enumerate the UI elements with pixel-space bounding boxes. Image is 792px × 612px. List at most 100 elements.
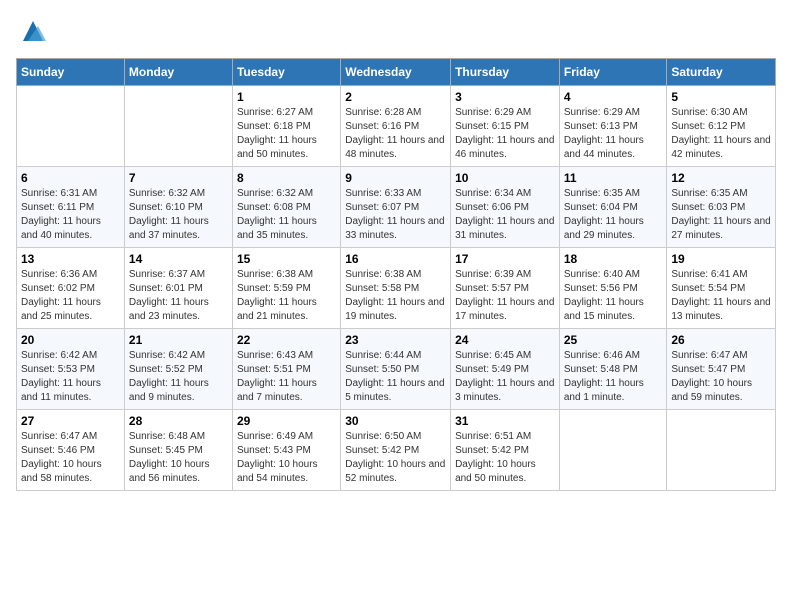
day-number: 31 [455,414,555,428]
day-number: 12 [671,171,771,185]
calendar-week-row: 6 Sunrise: 6:31 AMSunset: 6:11 PMDaylight… [17,167,776,248]
day-number: 23 [345,333,446,347]
day-info: Sunrise: 6:28 AMSunset: 6:16 PMDaylight:… [345,106,446,162]
day-info: Sunrise: 6:29 AMSunset: 6:15 PMDaylight:… [455,106,555,162]
calendar-header-row: SundayMondayTuesdayWednesdayThursdayFrid… [17,59,776,86]
calendar: SundayMondayTuesdayWednesdayThursdayFrid… [16,58,776,491]
weekday-header: Friday [559,59,667,86]
day-info: Sunrise: 6:47 AMSunset: 5:47 PMDaylight:… [671,349,771,405]
day-number: 20 [21,333,120,347]
calendar-cell: 22Sunrise: 6:43 AMSunset: 5:51 PMDayligh… [232,329,340,410]
calendar-cell [667,410,776,491]
calendar-cell: 23 Sunrise: 6:44 AMSunset: 5:50 PMDayligh… [341,329,451,410]
weekday-header: Wednesday [341,59,451,86]
day-number: 7 [129,171,228,185]
day-number: 1 [237,90,336,104]
day-number: 29 [237,414,336,428]
logo [16,16,48,46]
calendar-cell: 20 Sunrise: 6:42 AMSunset: 5:53 PMDayligh… [17,329,125,410]
day-number: 10 [455,171,555,185]
day-info: Sunrise: 6:37 AMSunset: 6:01 PMDaylight:… [129,268,228,324]
day-info: Sunrise: 6:30 AMSunset: 6:12 PMDaylight:… [671,106,771,162]
day-number: 25 [564,333,663,347]
calendar-cell: 25 Sunrise: 6:46 AMSunset: 5:48 PMDayligh… [559,329,667,410]
weekday-header: Saturday [667,59,776,86]
calendar-week-row: 1 Sunrise: 6:27 AMSunset: 6:18 PMDaylight… [17,86,776,167]
day-number: 19 [671,252,771,266]
calendar-cell: 28 Sunrise: 6:48 AMSunset: 5:45 PMDayligh… [124,410,232,491]
calendar-cell [559,410,667,491]
day-info: Sunrise: 6:32 AMSunset: 6:10 PMDaylight:… [129,187,228,243]
calendar-cell [17,86,125,167]
calendar-cell [124,86,232,167]
day-info: Sunrise: 6:32 AMSunset: 6:08 PMDaylight:… [237,187,336,243]
day-number: 9 [345,171,446,185]
day-number: 18 [564,252,663,266]
day-info: Sunrise: 6:45 AMSunset: 5:49 PMDaylight:… [455,349,555,405]
calendar-cell: 12 Sunrise: 6:35 AMSunset: 6:03 PMDayligh… [667,167,776,248]
calendar-cell: 27Sunrise: 6:47 AMSunset: 5:46 PMDayligh… [17,410,125,491]
weekday-header: Thursday [451,59,560,86]
day-info: Sunrise: 6:36 AMSunset: 6:02 PMDaylight:… [21,268,120,324]
day-number: 8 [237,171,336,185]
calendar-cell: 1 Sunrise: 6:27 AMSunset: 6:18 PMDaylight… [232,86,340,167]
calendar-week-row: 27Sunrise: 6:47 AMSunset: 5:46 PMDayligh… [17,410,776,491]
calendar-cell: 4Sunrise: 6:29 AMSunset: 6:13 PMDaylight… [559,86,667,167]
day-info: Sunrise: 6:31 AMSunset: 6:11 PMDaylight:… [21,187,120,243]
weekday-header: Tuesday [232,59,340,86]
calendar-cell: 15 Sunrise: 6:38 AMSunset: 5:59 PMDayligh… [232,248,340,329]
calendar-cell: 13Sunrise: 6:36 AMSunset: 6:02 PMDayligh… [17,248,125,329]
day-number: 2 [345,90,446,104]
day-info: Sunrise: 6:39 AMSunset: 5:57 PMDaylight:… [455,268,555,324]
day-info: Sunrise: 6:40 AMSunset: 5:56 PMDaylight:… [564,268,663,324]
day-number: 14 [129,252,228,266]
day-info: Sunrise: 6:49 AMSunset: 5:43 PMDaylight:… [237,430,336,486]
calendar-cell: 26Sunrise: 6:47 AMSunset: 5:47 PMDayligh… [667,329,776,410]
day-number: 3 [455,90,555,104]
day-info: Sunrise: 6:46 AMSunset: 5:48 PMDaylight:… [564,349,663,405]
day-number: 30 [345,414,446,428]
calendar-cell: 7 Sunrise: 6:32 AMSunset: 6:10 PMDaylight… [124,167,232,248]
calendar-cell: 6 Sunrise: 6:31 AMSunset: 6:11 PMDaylight… [17,167,125,248]
day-number: 15 [237,252,336,266]
day-number: 6 [21,171,120,185]
day-info: Sunrise: 6:47 AMSunset: 5:46 PMDaylight:… [21,430,120,486]
day-number: 24 [455,333,555,347]
day-info: Sunrise: 6:41 AMSunset: 5:54 PMDaylight:… [671,268,771,324]
day-info: Sunrise: 6:34 AMSunset: 6:06 PMDaylight:… [455,187,555,243]
calendar-cell: 29 Sunrise: 6:49 AMSunset: 5:43 PMDayligh… [232,410,340,491]
calendar-cell: 3 Sunrise: 6:29 AMSunset: 6:15 PMDaylight… [451,86,560,167]
calendar-cell: 5 Sunrise: 6:30 AMSunset: 6:12 PMDaylight… [667,86,776,167]
day-number: 16 [345,252,446,266]
day-number: 5 [671,90,771,104]
day-info: Sunrise: 6:35 AMSunset: 6:03 PMDaylight:… [671,187,771,243]
day-number: 17 [455,252,555,266]
day-number: 22 [237,333,336,347]
day-info: Sunrise: 6:33 AMSunset: 6:07 PMDaylight:… [345,187,446,243]
day-info: Sunrise: 6:48 AMSunset: 5:45 PMDaylight:… [129,430,228,486]
calendar-cell: 19 Sunrise: 6:41 AMSunset: 5:54 PMDayligh… [667,248,776,329]
calendar-cell: 14 Sunrise: 6:37 AMSunset: 6:01 PMDayligh… [124,248,232,329]
calendar-cell: 17 Sunrise: 6:39 AMSunset: 5:57 PMDayligh… [451,248,560,329]
day-number: 11 [564,171,663,185]
day-info: Sunrise: 6:50 AMSunset: 5:42 PMDaylight:… [345,430,446,486]
day-number: 21 [129,333,228,347]
weekday-header: Monday [124,59,232,86]
calendar-cell: 24 Sunrise: 6:45 AMSunset: 5:49 PMDayligh… [451,329,560,410]
day-info: Sunrise: 6:44 AMSunset: 5:50 PMDaylight:… [345,349,446,405]
day-number: 28 [129,414,228,428]
day-info: Sunrise: 6:38 AMSunset: 5:58 PMDaylight:… [345,268,446,324]
calendar-cell: 30 Sunrise: 6:50 AMSunset: 5:42 PMDayligh… [341,410,451,491]
calendar-cell: 8 Sunrise: 6:32 AMSunset: 6:08 PMDaylight… [232,167,340,248]
day-info: Sunrise: 6:38 AMSunset: 5:59 PMDaylight:… [237,268,336,324]
day-info: Sunrise: 6:51 AMSunset: 5:42 PMDaylight:… [455,430,555,486]
calendar-cell: 18 Sunrise: 6:40 AMSunset: 5:56 PMDayligh… [559,248,667,329]
calendar-week-row: 13Sunrise: 6:36 AMSunset: 6:02 PMDayligh… [17,248,776,329]
day-info: Sunrise: 6:42 AMSunset: 5:53 PMDaylight:… [21,349,120,405]
calendar-cell: 11Sunrise: 6:35 AMSunset: 6:04 PMDayligh… [559,167,667,248]
calendar-cell: 2 Sunrise: 6:28 AMSunset: 6:16 PMDaylight… [341,86,451,167]
day-info: Sunrise: 6:29 AMSunset: 6:13 PMDaylight:… [564,106,663,162]
day-info: Sunrise: 6:27 AMSunset: 6:18 PMDaylight:… [237,106,336,162]
day-info: Sunrise: 6:42 AMSunset: 5:52 PMDaylight:… [129,349,228,405]
weekday-header: Sunday [17,59,125,86]
